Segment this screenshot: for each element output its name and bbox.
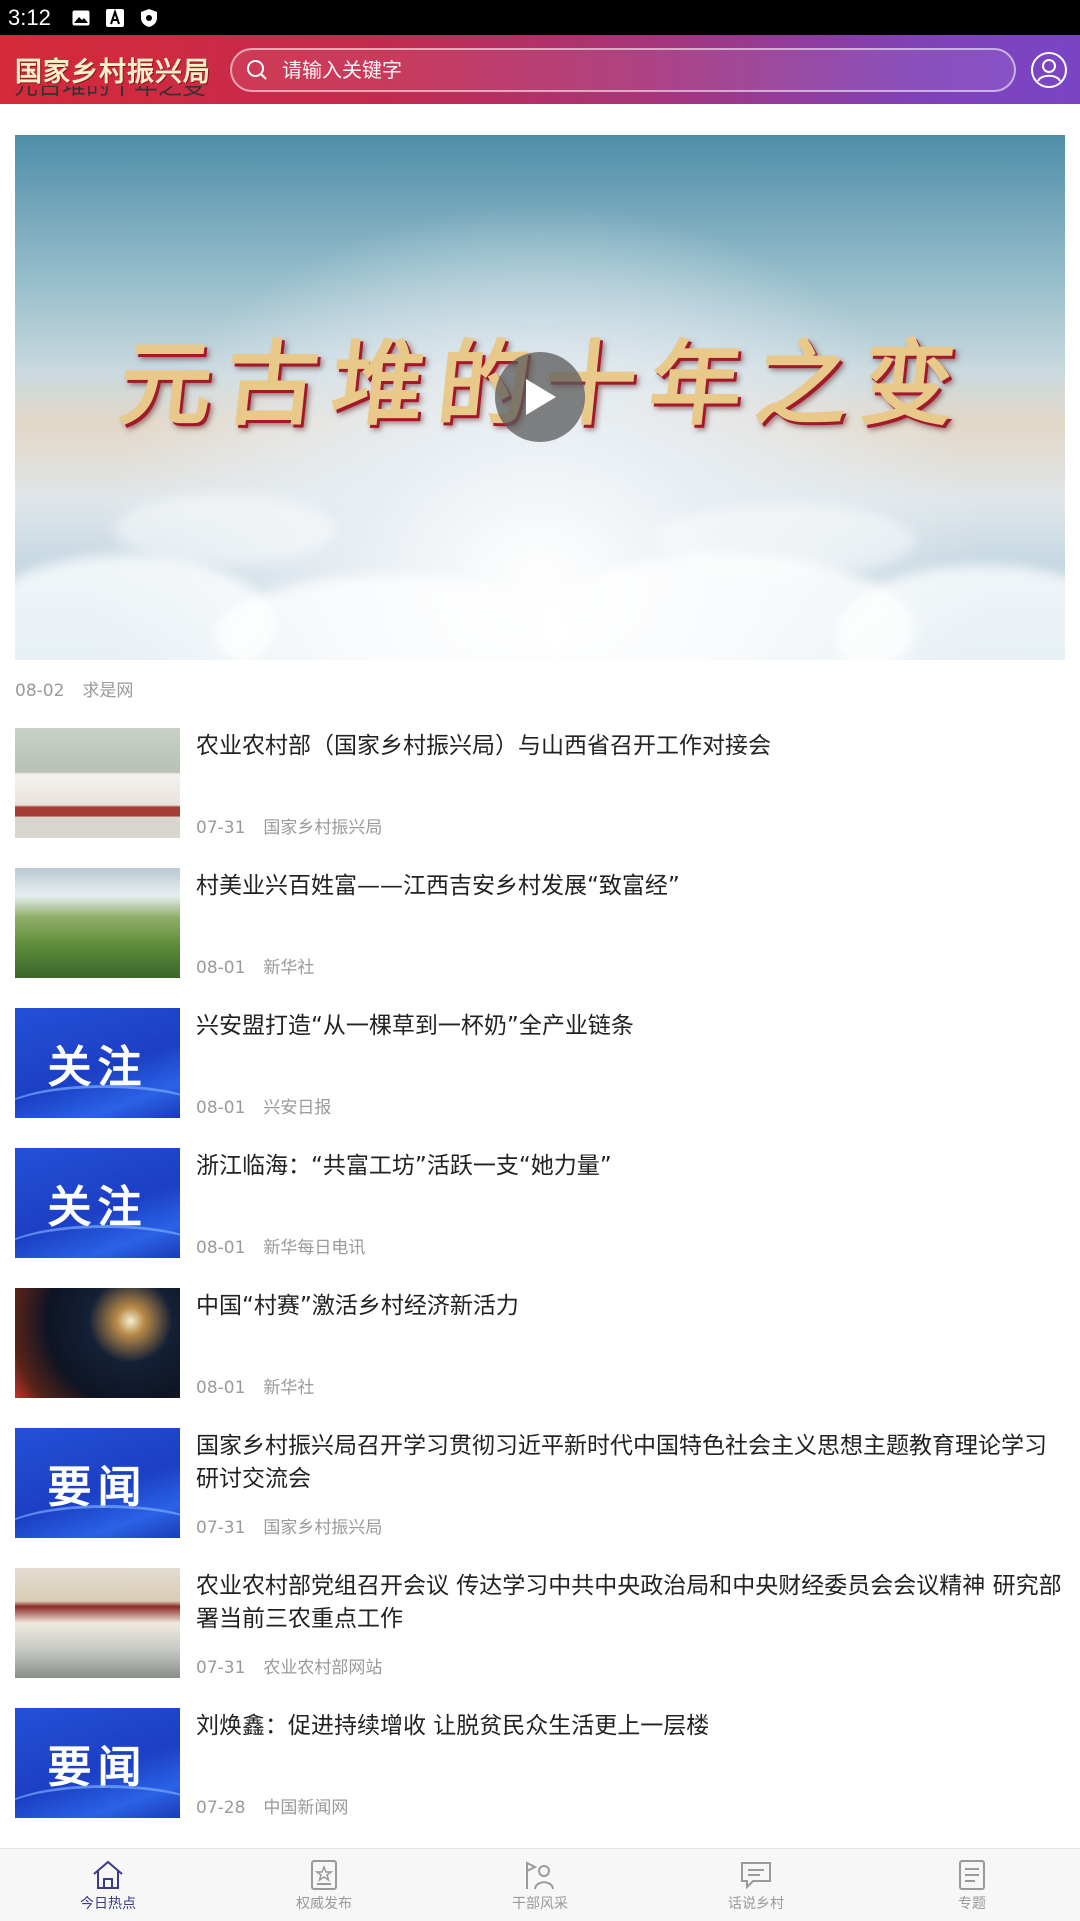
document-star-icon — [311, 1860, 337, 1890]
news-title: 国家乡村振兴局召开学习贯彻习近平新时代中国特色社会主义思想主题教育理论学习研讨交… — [196, 1433, 1047, 1492]
play-button[interactable] — [495, 352, 585, 442]
news-title: 兴安盟打造“从一棵草到一杯奶”全产业链条 — [196, 1013, 634, 1039]
news-date: 07-28 — [196, 1798, 246, 1818]
news-tag: 关注 — [47, 1182, 148, 1233]
nav-label: 话说乡村 — [728, 1896, 784, 1912]
news-thumbnail: 要闻 — [15, 1708, 180, 1818]
nav-label: 干部风采 — [512, 1896, 568, 1912]
featured-meta: 08-02 求是网 — [15, 676, 133, 701]
news-list: 农业农村部（国家乡村振兴局）与山西省召开工作对接会 07-31 国家乡村振兴局 村… — [0, 728, 1080, 1848]
news-item[interactable]: 要闻 刘焕鑫：促进持续增收 让脱贫民众生活更上一层楼 07-28 中国新闻网 — [0, 1708, 1080, 1848]
user-icon — [1031, 52, 1067, 88]
news-thumbnail — [15, 728, 180, 838]
search-input[interactable] — [280, 56, 964, 83]
news-date: 08-01 — [196, 1238, 246, 1258]
bottom-nav: 今日热点 权威发布 干部风采 话说乡村 专题 — [0, 1848, 1080, 1921]
nav-label: 权威发布 — [296, 1896, 352, 1912]
news-title: 农业农村部党组召开会议 传达学习中共中央政治局和中央财经委员会会议精神 研究部署… — [196, 1573, 1062, 1632]
news-date: 07-31 — [196, 1518, 246, 1538]
news-thumbnail: 关注 — [15, 1148, 180, 1258]
news-item[interactable]: 农业农村部党组召开会议 传达学习中共中央政治局和中央财经委员会会议精神 研究部署… — [0, 1568, 1080, 1708]
news-thumbnail — [15, 868, 180, 978]
news-title: 村美业兴百姓富——江西吉安乡村发展“致富经” — [196, 873, 680, 899]
news-title: 中国“村赛”激活乡村经济新活力 — [196, 1293, 519, 1319]
news-tag: 要闻 — [47, 1742, 148, 1793]
app-logo: 国家乡村振兴局 — [15, 57, 211, 88]
news-date: 08-01 — [196, 1098, 246, 1118]
news-tag: 关注 — [47, 1042, 148, 1093]
featured-title[interactable]: 元古堆的十年之变 — [14, 86, 206, 104]
news-date: 07-31 — [196, 818, 246, 838]
news-thumbnail: 要闻 — [15, 1428, 180, 1538]
news-item[interactable]: 关注 浙江临海：“共富工坊”活跃一支“她力量” 08-01 新华每日电讯 — [0, 1148, 1080, 1288]
news-thumbnail — [15, 1288, 180, 1398]
news-source: 新华每日电讯 — [263, 1238, 366, 1258]
news-title: 浙江临海：“共富工坊”活跃一支“她力量” — [196, 1153, 612, 1179]
search-bar[interactable] — [230, 47, 1016, 92]
shield-icon — [139, 8, 159, 28]
home-icon — [93, 1860, 123, 1889]
news-thumbnail: 关注 — [15, 1008, 180, 1118]
news-date: 08-01 — [196, 1378, 246, 1398]
news-item[interactable]: 关注 兴安盟打造“从一棵草到一杯奶”全产业链条 08-01 兴安日报 — [0, 1008, 1080, 1148]
news-meta: 07-31 国家乡村振兴局 — [196, 813, 382, 838]
news-source: 兴安日报 — [263, 1098, 332, 1118]
news-thumbnail — [15, 1568, 180, 1678]
news-title: 刘焕鑫：促进持续增收 让脱贫民众生活更上一层楼 — [196, 1713, 710, 1739]
search-icon — [247, 59, 267, 80]
status-time: 3:12 — [8, 4, 51, 30]
nav-item-authority[interactable]: 权威发布 — [216, 1849, 432, 1921]
news-source: 农业农村部网站 — [263, 1658, 383, 1678]
news-meta: 07-31 农业农村部网站 — [196, 1653, 382, 1678]
news-meta: 08-01 新华每日电讯 — [196, 1233, 365, 1258]
nav-label: 今日热点 — [80, 1896, 136, 1912]
news-item[interactable]: 农业农村部（国家乡村振兴局）与山西省召开工作对接会 07-31 国家乡村振兴局 — [0, 728, 1080, 868]
news-item[interactable]: 要闻 国家乡村振兴局召开学习贯彻习近平新时代中国特色社会主义思想主题教育理论学习… — [0, 1428, 1080, 1568]
nav-item-hot-today[interactable]: 今日热点 — [0, 1849, 216, 1921]
nav-item-topics[interactable]: 专题 — [864, 1849, 1080, 1921]
nav-item-village-talk[interactable]: 话说乡村 — [648, 1849, 864, 1921]
news-date: 07-31 — [196, 1658, 246, 1678]
news-source: 中国新闻网 — [263, 1798, 349, 1818]
news-meta: 08-01 新华社 — [196, 1373, 314, 1398]
status-bar: 3:12 — [0, 0, 1080, 35]
news-title: 农业农村部（国家乡村振兴局）与山西省召开工作对接会 — [196, 733, 771, 759]
list-doc-icon — [959, 1860, 985, 1890]
news-source: 国家乡村振兴局 — [263, 1518, 383, 1538]
news-meta: 07-31 国家乡村振兴局 — [196, 1513, 382, 1538]
news-item[interactable]: 村美业兴百姓富——江西吉安乡村发展“致富经” 08-01 新华社 — [0, 868, 1080, 1008]
a-badge-icon — [105, 8, 125, 28]
nav-item-cadres[interactable]: 干部风采 — [432, 1849, 648, 1921]
person-flag-icon — [526, 1861, 554, 1890]
featured-source: 求是网 — [82, 681, 134, 701]
chat-icon — [741, 1862, 771, 1890]
news-source: 新华社 — [263, 958, 315, 978]
play-icon — [526, 379, 556, 415]
news-tag: 要闻 — [47, 1462, 148, 1513]
news-source: 新华社 — [263, 1378, 315, 1398]
featured-date: 08-02 — [15, 681, 65, 701]
news-date: 08-01 — [196, 958, 246, 978]
nav-label: 专题 — [958, 1896, 986, 1912]
news-meta: 07-28 中国新闻网 — [196, 1793, 348, 1818]
image-icon — [71, 8, 91, 28]
news-source: 国家乡村振兴局 — [263, 818, 383, 838]
news-meta: 08-01 新华社 — [196, 953, 314, 978]
featured-video[interactable]: 元古堆的十年之变 — [15, 135, 1065, 660]
news-meta: 08-01 兴安日报 — [196, 1093, 331, 1118]
user-profile-button[interactable] — [1030, 51, 1068, 89]
news-item[interactable]: 中国“村赛”激活乡村经济新活力 08-01 新华社 — [0, 1288, 1080, 1428]
